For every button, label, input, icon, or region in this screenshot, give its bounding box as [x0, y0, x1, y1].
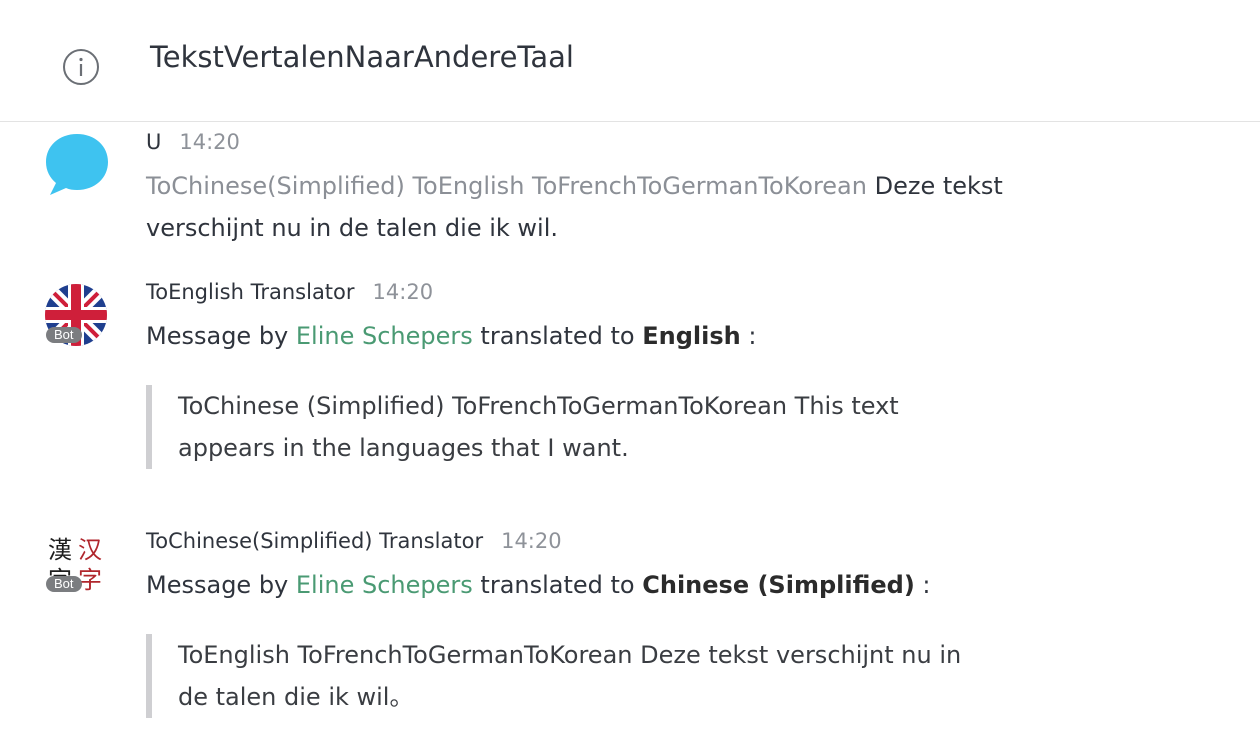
sender-name[interactable]: ToEnglish Translator — [146, 280, 355, 304]
quote-line: ToEnglish ToFrenchToGermanToKorean Deze … — [178, 641, 962, 669]
message-time: 14:20 — [179, 130, 240, 154]
message-middle: translated to — [472, 322, 643, 350]
chat-bubble-icon[interactable] — [44, 132, 110, 198]
message-middle: translated to — [472, 571, 643, 599]
message-prefix: Message by — [146, 322, 296, 350]
svg-text:汉: 汉 — [78, 536, 102, 564]
message-time: 14:20 — [501, 529, 562, 553]
message-body: Message by Eline Schepers translated to … — [146, 564, 931, 606]
author-link[interactable]: Eline Schepers — [296, 571, 473, 599]
quote-line: ToChinese (Simplified) ToFrenchToGermanT… — [178, 392, 899, 420]
message-meta: U 14:20 — [146, 130, 240, 154]
bot-avatar[interactable]: Bot — [44, 283, 108, 347]
target-language: Chinese (Simplified) — [642, 571, 915, 599]
message-meta: ToEnglish Translator 14:20 — [146, 280, 433, 304]
target-language: English — [642, 322, 741, 350]
message-text-line2: verschijnt nu in de talen die ik wil. — [146, 214, 558, 242]
quote-line: appears in the languages that I want. — [178, 434, 629, 462]
author-link[interactable]: Eline Schepers — [296, 322, 473, 350]
bot-badge: Bot — [46, 576, 82, 592]
message-meta: ToChinese(Simplified) Translator 14:20 — [146, 529, 562, 553]
svg-text:漢: 漢 — [48, 536, 72, 564]
message-suffix: : — [914, 571, 931, 599]
message-text: Deze tekst — [866, 172, 1003, 200]
message-prefix: Message by — [146, 571, 296, 599]
quote-line: de talen die ik wil。 — [178, 683, 414, 711]
svg-text:字: 字 — [78, 566, 102, 594]
sender-name[interactable]: U — [146, 130, 161, 154]
info-icon[interactable] — [62, 48, 100, 86]
message-time: 14:20 — [372, 280, 434, 304]
bot-avatar[interactable]: 漢 汉 字 字 Bot — [44, 532, 108, 596]
translation-quote: ToEnglish ToFrenchToGermanToKorean Deze … — [146, 634, 961, 718]
bot-badge: Bot — [46, 327, 82, 343]
sender-name[interactable]: ToChinese(Simplified) Translator — [146, 529, 483, 553]
message-body: Message by Eline Schepers translated to … — [146, 315, 756, 357]
translation-quote: ToChinese (Simplified) ToFrenchToGermanT… — [146, 385, 899, 469]
message-body: ToChinese(Simplified) ToEnglish ToFrench… — [146, 165, 1003, 249]
channel-title: TekstVertalenNaarAndereTaal — [150, 40, 574, 74]
message-suffix: : — [740, 322, 757, 350]
command-text: ToChinese(Simplified) ToEnglish ToFrench… — [146, 172, 867, 200]
channel-header: TekstVertalenNaarAndereTaal — [0, 0, 1260, 122]
